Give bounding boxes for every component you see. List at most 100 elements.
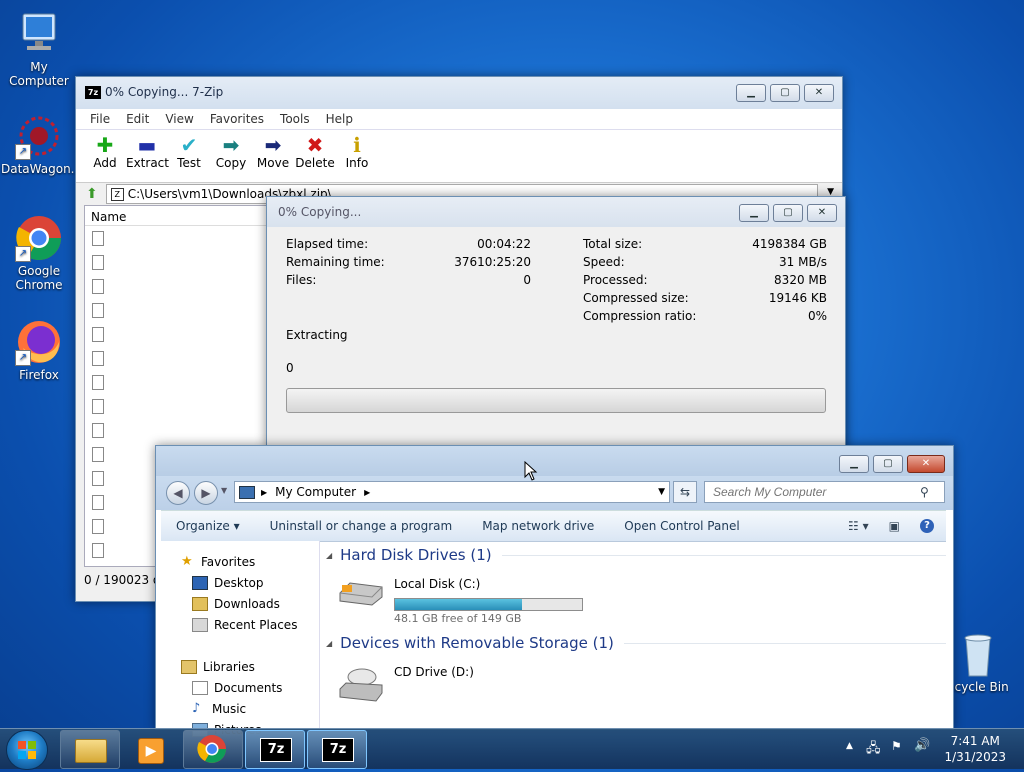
remaining-value: 37610:25:20 — [454, 255, 531, 269]
organize-button[interactable]: Organize ▾ — [161, 519, 255, 533]
nav-recent-places[interactable]: Recent Places — [161, 614, 319, 635]
forward-button[interactable]: ▶ — [194, 481, 218, 505]
menu-edit[interactable]: Edit — [118, 109, 157, 129]
start-button[interactable] — [6, 730, 48, 770]
desktop-icon-my-computer[interactable]: My Computer — [1, 10, 77, 88]
libraries-icon — [181, 659, 197, 674]
processed-label: Processed: — [583, 273, 648, 287]
nav-desktop[interactable]: Desktop — [161, 572, 319, 593]
minimize-button[interactable]: ▁ — [736, 84, 766, 102]
list-item[interactable] — [85, 303, 267, 322]
list-item[interactable] — [85, 327, 267, 346]
close-button[interactable]: ✕ — [807, 204, 837, 222]
refresh-button[interactable]: ⇆ — [673, 481, 697, 503]
explorer-titlebar[interactable]: ▁ ▢ ✕ — [156, 446, 953, 476]
move-button[interactable]: ➡ Move — [252, 130, 294, 182]
network-icon[interactable]: 🖧 — [866, 739, 881, 761]
preview-pane-icon[interactable]: ▣ — [889, 519, 900, 533]
nav-downloads[interactable]: Downloads — [161, 593, 319, 614]
menu-file[interactable]: File — [82, 109, 118, 129]
desktop-icon-chrome[interactable]: ↗ Google Chrome — [1, 214, 77, 292]
nav-favorites[interactable]: ★ Favorites — [161, 551, 319, 572]
maximize-button[interactable]: ▢ — [873, 455, 903, 473]
breadcrumb[interactable]: ▶ My Computer ▶ ▼ — [234, 481, 670, 503]
file-icon — [92, 399, 104, 414]
add-button[interactable]: ✚ Add — [84, 130, 126, 182]
taskbar-explorer[interactable] — [60, 730, 120, 769]
help-icon[interactable]: ? — [920, 519, 934, 533]
desktop-icon-label: My Computer — [9, 60, 69, 88]
maximize-button[interactable]: ▢ — [770, 84, 800, 102]
mouse-cursor-icon — [524, 460, 538, 485]
list-item[interactable] — [85, 399, 267, 418]
desktop-icon-datawagon[interactable]: ↗ DataWagon... — [1, 112, 82, 176]
nav-documents[interactable]: Documents — [161, 677, 319, 698]
change-view-icon[interactable]: ☷ ▾ — [848, 519, 869, 533]
content-pane: ◢ Hard Disk Drives (1) Local Disk (C:) 4… — [326, 541, 946, 729]
files-value: 0 — [523, 273, 531, 287]
operation-label: Extracting — [286, 328, 348, 342]
open-control-panel-button[interactable]: Open Control Panel — [609, 519, 754, 533]
test-button[interactable]: ✔ Test — [168, 130, 210, 182]
taskbar-chrome[interactable] — [183, 730, 243, 769]
list-item[interactable] — [85, 375, 267, 394]
music-icon: ♪ — [192, 700, 201, 716]
total-size-value: 4198384 GB — [752, 237, 827, 251]
system-clock[interactable]: 7:41 AM 1/31/2023 — [944, 733, 1006, 765]
navigation-pane: ★ Favorites Desktop Downloads Recent Plac… — [161, 541, 320, 737]
info-button[interactable]: ℹ Info — [336, 130, 378, 182]
file-icon — [92, 351, 104, 366]
map-network-drive-button[interactable]: Map network drive — [467, 519, 609, 533]
uninstall-program-button[interactable]: Uninstall or change a program — [255, 519, 468, 533]
search-icon[interactable]: ⚲ — [920, 485, 929, 499]
list-item[interactable] — [85, 231, 267, 250]
menu-favorites[interactable]: Favorites — [202, 109, 272, 129]
group-hard-disk-drives[interactable]: ◢ Hard Disk Drives (1) — [326, 541, 946, 569]
nav-music[interactable]: ♪ Music — [161, 698, 319, 719]
nav-libraries[interactable]: Libraries — [161, 656, 319, 677]
menu-help[interactable]: Help — [318, 109, 361, 129]
search-box[interactable]: ⚲ — [704, 481, 945, 503]
drive-local-disk-c[interactable]: Local Disk (C:) 48.1 GB free of 149 GB — [326, 569, 946, 629]
maximize-button[interactable]: ▢ — [773, 204, 803, 222]
7zip-icon: 7z — [322, 738, 354, 762]
address-dropdown-icon[interactable]: ▼ — [658, 487, 665, 497]
progress-titlebar[interactable]: 0% Copying... ▁ ▢ ✕ — [267, 197, 845, 227]
extract-button[interactable]: ▬ Extract — [126, 130, 169, 182]
menu-view[interactable]: View — [157, 109, 201, 129]
zip-file-icon: Z — [110, 187, 124, 201]
list-item[interactable] — [85, 423, 267, 442]
close-button[interactable]: ✕ — [907, 455, 945, 473]
desktop-icon-firefox[interactable]: ↗ Firefox — [1, 318, 77, 382]
action-center-icon[interactable]: ⚑ — [891, 739, 902, 753]
cd-drive-icon — [338, 663, 384, 703]
computer-icon — [15, 10, 63, 58]
drive-cd-d[interactable]: CD Drive (D:) — [326, 657, 946, 717]
explorer-window: ▁ ▢ ✕ ◀ ▶ ▼ ▶ My Computer ▶ ▼ ⇆ ⚲ Organi… — [155, 445, 954, 737]
delete-button[interactable]: ✖ Delete — [294, 130, 336, 182]
minimize-button[interactable]: ▁ — [739, 204, 769, 222]
show-hidden-icons[interactable]: ▲ — [846, 741, 853, 751]
taskbar-7zip-1[interactable]: 7z — [245, 730, 305, 769]
close-button[interactable]: ✕ — [804, 84, 834, 102]
minimize-button[interactable]: ▁ — [839, 455, 869, 473]
up-folder-icon[interactable]: ⬆ — [86, 186, 98, 202]
7zip-app-icon: 7z — [85, 86, 101, 99]
progress-right-stats: Total size: 4198384 GB Speed: 31 MB/s Proc… — [583, 237, 827, 327]
taskbar-media-player[interactable]: ▶ — [121, 730, 181, 769]
recent-pages-icon[interactable]: ▼ — [221, 486, 227, 495]
copy-button[interactable]: ➡ Copy — [210, 130, 252, 182]
breadcrumb-item[interactable]: My Computer — [275, 485, 356, 499]
breadcrumb-separator-icon: ▶ — [364, 487, 371, 497]
volume-icon[interactable]: 🔊 — [914, 738, 930, 753]
list-item[interactable] — [85, 279, 267, 298]
group-removable-storage[interactable]: ◢ Devices with Removable Storage (1) — [326, 629, 946, 657]
list-item[interactable] — [85, 351, 267, 370]
search-input[interactable] — [711, 484, 920, 500]
back-button[interactable]: ◀ — [166, 481, 190, 505]
column-header-name[interactable]: Name — [85, 206, 267, 226]
list-item[interactable] — [85, 255, 267, 274]
menu-tools[interactable]: Tools — [272, 109, 318, 129]
taskbar-7zip-2[interactable]: 7z — [307, 730, 367, 769]
7zip-titlebar[interactable]: 7z 0% Copying... 7-Zip ▁ ▢ ✕ — [76, 77, 842, 109]
